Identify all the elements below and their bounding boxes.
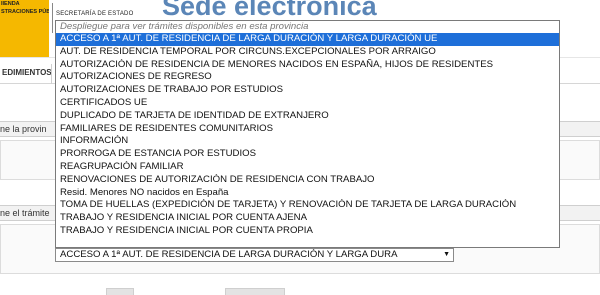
dropdown-option[interactable]: REAGRUPACIÓN FAMILIAR [56,161,559,174]
dropdown-options: ACCESO A 1ª AUT. DE RESIDENCIA DE LARGA … [56,33,559,238]
dropdown-option[interactable]: ACCESO A 1ª AUT. DE RESIDENCIA DE LARGA … [56,33,559,46]
dropdown-option[interactable]: FAMILIARES DE RESIDENTES COMUNITARIOS [56,123,559,136]
ministry-logo-text: IIENDA STRACIONES PÚBLICAS [0,1,49,16]
procedure-dropdown-list[interactable]: Despliegue para ver trámites disponibles… [55,20,560,248]
province-label: ne la provin [0,124,47,134]
procedure-select-value: ACCESO A 1ª AUT. DE RESIDENCIA DE LARGA … [60,249,398,260]
dropdown-option[interactable]: Resid. Menores NO nacidos en España [56,187,559,200]
dropdown-option[interactable]: AUTORIZACIONES DE REGRESO [56,71,559,84]
accept-button[interactable] [225,288,285,295]
procedure-select[interactable]: ACCESO A 1ª AUT. DE RESIDENCIA DE LARGA … [55,248,454,262]
dropdown-option[interactable]: TRABAJO Y RESIDENCIA INICIAL POR CUENTA … [56,212,559,225]
dropdown-option[interactable]: TOMA DE HUELLAS (EXPEDICIÓN DE TARJETA) … [56,199,559,212]
dropdown-option[interactable]: DUPLICADO DE TARJETA DE IDENTIDAD DE EXT… [56,110,559,123]
dropdown-option[interactable]: AUTORIZACIONES DE TRABAJO POR ESTUDIOS [56,84,559,97]
dropdown-option[interactable]: TRABAJO Y RESIDENCIA INICIAL POR CUENTA … [56,225,559,238]
dropdown-placeholder[interactable]: Despliegue para ver trámites disponibles… [56,21,559,33]
dropdown-option[interactable]: INFORMACIÓN [56,135,559,148]
procedure-label: ne el trámite [0,208,50,218]
logo-line: STRACIONES PÚBLICAS [1,8,49,15]
dropdown-option[interactable]: AUTORIZACIÓN DE RESIDENCIA DE MENORES NA… [56,59,559,72]
nav-tab-procedimientos[interactable]: EDIMIENTOS [0,64,52,84]
dropdown-option[interactable]: RENOVACIONES DE AUTORIZACIÓN DE RESIDENC… [56,174,559,187]
chevron-down-icon[interactable]: ▼ [443,249,450,261]
logo-divider [52,3,53,33]
dropdown-option[interactable]: PRORROGA DE ESTANCIA POR ESTUDIOS [56,148,559,161]
dropdown-option[interactable]: CERTIFICADOS UE [56,97,559,110]
logo-line: IIENDA [1,1,20,7]
page-title: Sede electrónica [162,0,377,21]
dropdown-option[interactable]: AUT. DE RESIDENCIA TEMPORAL POR CIRCUNS.… [56,46,559,59]
back-button[interactable] [106,288,134,295]
secretaria-label: SECRETARÍA DE ESTADO [56,11,134,17]
